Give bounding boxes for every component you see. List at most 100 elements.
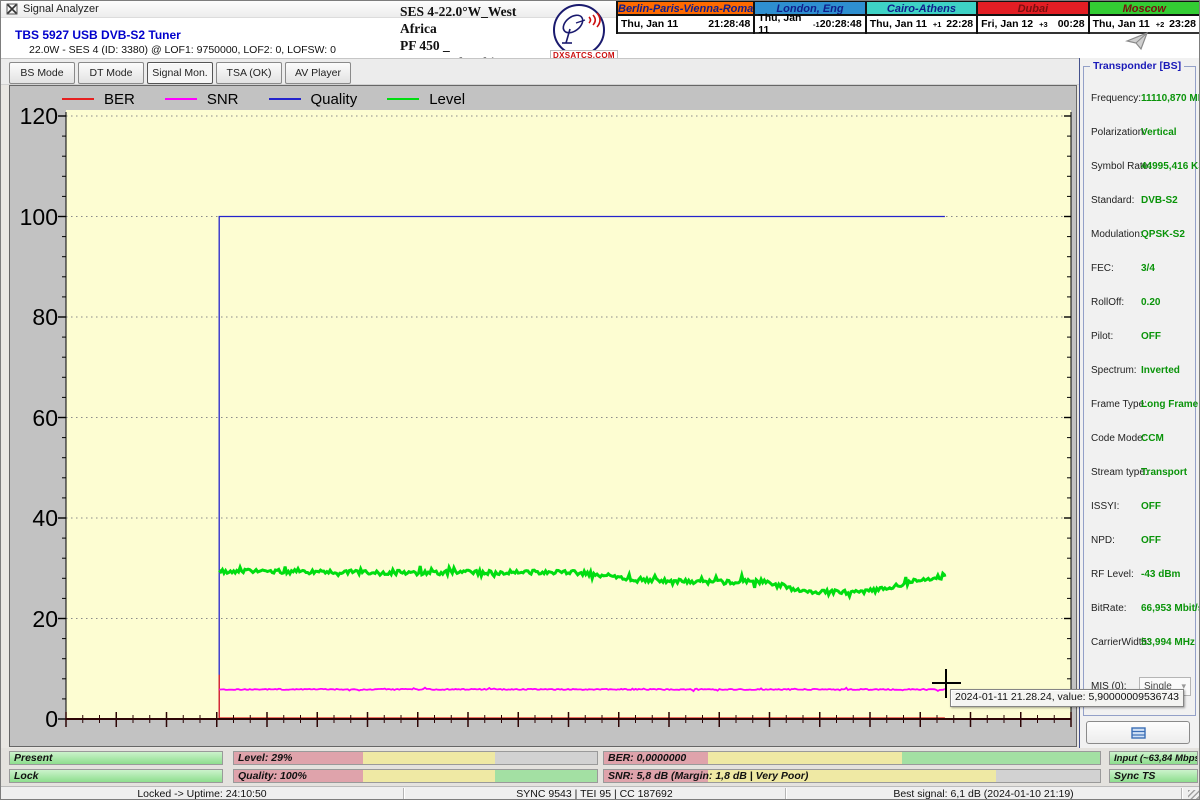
input-badge: Input (~63,84 Mbps) xyxy=(1109,751,1198,765)
clock-time: 22:28 xyxy=(946,18,973,30)
transponder-fields: Frequency:11110,870 MHzPolarization:Vert… xyxy=(1084,83,1195,661)
clock-time: 23:28 xyxy=(1169,18,1196,30)
present-label: Present xyxy=(14,752,53,764)
export-table-button[interactable] xyxy=(1086,721,1190,744)
field-label: RollOff: xyxy=(1091,297,1124,308)
tab-av-player[interactable]: AV Player xyxy=(285,62,351,84)
chart-plot-area[interactable] xyxy=(66,110,1071,720)
field-value: Transport xyxy=(1141,467,1187,478)
transponder-field-row: NPD:OFF xyxy=(1084,525,1195,559)
field-label: Modulation: xyxy=(1091,229,1143,240)
field-value: 3/4 xyxy=(1141,263,1155,274)
field-value: 0.20 xyxy=(1141,297,1160,308)
signal-chart-panel: BERSNRQualityLevel 020406080100120 xyxy=(9,85,1077,747)
info-line: SES 4-22.0°W_West Africa xyxy=(400,3,550,37)
gauge-segment-yellow xyxy=(708,752,901,764)
field-label: Frame Type: xyxy=(1091,399,1147,410)
clock-utc-offset: -1 xyxy=(813,20,820,29)
field-label: BitRate: xyxy=(1091,603,1127,614)
clock-time: 21:28:48 xyxy=(708,18,750,30)
clock-london-eng: London, EngThu, Jan 11-120:28:48 xyxy=(755,1,866,34)
legend-line-sample xyxy=(62,98,94,100)
crosshair-cursor xyxy=(945,669,947,698)
clock-utc-offset: +2 xyxy=(1156,20,1165,29)
transponder-field-row: FEC: 3/4 xyxy=(1084,253,1195,287)
transponder-field-row: ISSYI: OFF xyxy=(1084,491,1195,525)
legend-item-ber: BER xyxy=(62,91,135,108)
dxsatcs-logo: DXSATCS.COM xyxy=(550,4,612,66)
clock-utc-offset: +3 xyxy=(1039,20,1048,29)
clock-city-label: Cairo-Athens xyxy=(867,1,976,16)
legend-item-snr: SNR xyxy=(165,91,239,108)
legend-item-quality: Quality xyxy=(269,91,358,108)
field-label: Polarization: xyxy=(1091,127,1146,138)
snr-gauge-label: SNR: 5,8 dB (Margin: 1,8 dB | Very Poor) xyxy=(608,770,808,782)
clock-time: 00:28 xyxy=(1058,18,1085,30)
world-clocks: Berlin-Paris-Vienna-Roma Thu, Jan 11 21:28… xyxy=(616,1,1200,34)
field-value: OFF xyxy=(1141,535,1161,546)
legend-label: BER xyxy=(104,91,135,108)
field-value: DVB-S2 xyxy=(1141,195,1178,206)
legend-line-sample xyxy=(165,98,197,100)
level-gauge-label: Level: 29% xyxy=(238,752,292,764)
transponder-field-row: Pilot: OFF xyxy=(1084,321,1195,355)
legend-line-sample xyxy=(269,98,301,100)
transponder-field-row: Code Mode:CCM xyxy=(1084,423,1195,457)
transponder-title: Transponder [BS] xyxy=(1090,60,1184,72)
tab-bs-mode[interactable]: BS Mode xyxy=(9,62,75,84)
clock-city-label: Berlin-Paris-Vienna-Roma xyxy=(618,1,753,16)
value-tooltip: 2024-01-11 21.28.24, value: 5,9000000953… xyxy=(950,689,1184,707)
clock-time: 20:28:48 xyxy=(820,18,862,30)
tab-tsa-ok-[interactable]: TSA (OK) xyxy=(216,62,282,84)
clock-date: Fri, Jan 12 xyxy=(981,18,1033,30)
transponder-field-row: Frequency:11110,870 MHz xyxy=(1084,83,1195,117)
quality-gauge: Quality: 100% xyxy=(233,769,598,783)
field-label: FEC: xyxy=(1091,263,1114,274)
gauge-segment-track xyxy=(495,752,597,764)
clock-time-row: Thu, Jan 11-120:28:48 xyxy=(755,16,864,34)
ber-gauge: BER: 0,0000000 xyxy=(603,751,1101,765)
field-value: Vertical xyxy=(1141,127,1177,138)
resize-grip[interactable] xyxy=(1188,790,1199,800)
clock-date: Thu, Jan 11 xyxy=(1093,18,1150,30)
transponder-field-row: Stream type:Transport xyxy=(1084,457,1195,491)
field-value: CCM xyxy=(1141,433,1164,444)
y-tick-label: 40 xyxy=(12,505,58,532)
field-label: Pilot: xyxy=(1091,331,1113,342)
statusbar-uptime: Locked -> Uptime: 24:10:50 xyxy=(1,787,403,800)
legend-line-sample xyxy=(387,98,419,100)
transponder-field-row: Symbol Rate:44995,416 KS/s xyxy=(1084,151,1195,185)
clock-city-label: Moscow xyxy=(1090,1,1199,16)
gauge-segment-track xyxy=(996,770,1100,782)
lock-label: Lock xyxy=(14,770,39,782)
tab-signal-mon-[interactable]: Signal Mon. xyxy=(147,62,213,84)
transponder-field-row: CarrierWidth:53,994 MHz xyxy=(1084,627,1195,661)
ber-gauge-label: BER: 0,0000000 xyxy=(608,752,686,764)
y-tick-label: 80 xyxy=(12,304,58,331)
field-value: OFF xyxy=(1141,501,1161,512)
lock-badge: Lock xyxy=(9,769,223,783)
clock-date: Thu, Jan 11 xyxy=(621,18,678,30)
field-value: Long Frame xyxy=(1141,399,1198,410)
transponder-field-row: Polarization:Vertical xyxy=(1084,117,1195,151)
satellite-dish-icon xyxy=(556,7,602,51)
legend-label: Quality xyxy=(311,91,358,108)
field-label: Stream type: xyxy=(1091,467,1148,478)
statusbar: Locked -> Uptime: 24:10:50 SYNC 9543 | T… xyxy=(1,786,1200,800)
field-label: Standard: xyxy=(1091,195,1134,206)
tab-dt-mode[interactable]: DT Mode xyxy=(78,62,144,84)
statusbar-sync: SYNC 9543 | TEI 95 | CC 187692 xyxy=(404,787,785,800)
sync-ts-label: Sync TS xyxy=(1114,770,1155,782)
window-title: Signal Analyzer xyxy=(23,3,99,15)
present-badge: Present xyxy=(9,751,223,765)
send-arrow-icon[interactable] xyxy=(1125,31,1151,51)
field-value: OFF xyxy=(1141,331,1161,342)
clock-moscow: Moscow Thu, Jan 11 +2 23:28 xyxy=(1090,1,1200,34)
statusbar-best-signal: Best signal: 6,1 dB (2024-01-10 21:19) xyxy=(786,787,1181,800)
y-tick-label: 60 xyxy=(12,405,58,432)
field-label: Code Mode: xyxy=(1091,433,1145,444)
gauge-segment-green xyxy=(902,752,1100,764)
transponder-field-row: Frame Type:Long Frame xyxy=(1084,389,1195,423)
field-label: ISSYI: xyxy=(1091,501,1119,512)
clock-time-row: Fri, Jan 12 +3 00:28 xyxy=(978,16,1087,34)
